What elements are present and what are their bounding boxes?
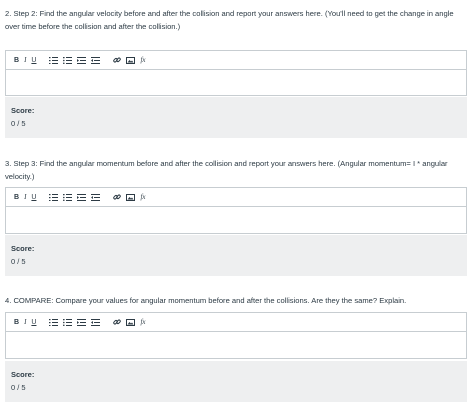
image-icon[interactable]: [126, 54, 136, 66]
answer-textarea[interactable]: [6, 70, 466, 96]
unordered-list-icon[interactable]: [63, 316, 73, 328]
answer-editor: B I U fx: [5, 187, 467, 234]
link-icon[interactable]: [113, 54, 122, 66]
underline-button[interactable]: U: [31, 54, 36, 66]
link-icon[interactable]: [113, 191, 122, 203]
ordered-list-icon[interactable]: [49, 54, 59, 66]
formula-icon[interactable]: fx: [140, 316, 145, 328]
score-box: Score: 0 / 5: [5, 97, 467, 138]
image-icon[interactable]: [126, 316, 136, 328]
score-value: 0 / 5: [11, 383, 26, 392]
italic-button[interactable]: I: [24, 54, 26, 66]
bold-button[interactable]: B: [14, 54, 19, 66]
score-value: 0 / 5: [11, 119, 26, 128]
formula-icon[interactable]: fx: [140, 191, 145, 203]
editor-toolbar: B I U fx: [6, 313, 466, 332]
underline-button[interactable]: U: [31, 191, 36, 203]
outdent-icon[interactable]: [91, 316, 101, 328]
score-value: 0 / 5: [11, 257, 26, 266]
score-label: Score:: [11, 370, 35, 379]
outdent-icon[interactable]: [91, 54, 101, 66]
score-box: Score: 0 / 5: [5, 361, 467, 402]
editor-toolbar: B I U fx: [6, 188, 466, 207]
link-icon[interactable]: [113, 316, 122, 328]
indent-icon[interactable]: [77, 191, 87, 203]
question-text: 2. Step 2: Find the angular velocity bef…: [5, 9, 454, 31]
unordered-list-icon[interactable]: [63, 54, 73, 66]
outdent-icon[interactable]: [91, 191, 101, 203]
answer-editor: B I U fx: [5, 312, 467, 359]
formula-icon[interactable]: fx: [140, 54, 145, 66]
ordered-list-icon[interactable]: [49, 316, 59, 328]
indent-icon[interactable]: [77, 54, 87, 66]
score-label: Score:: [11, 244, 35, 253]
question-text: 4. COMPARE: Compare your values for angu…: [5, 296, 407, 305]
answer-textarea[interactable]: [6, 207, 466, 234]
bold-button[interactable]: B: [14, 316, 19, 328]
unordered-list-icon[interactable]: [63, 191, 73, 203]
editor-toolbar: B I U fx: [6, 51, 466, 70]
ordered-list-icon[interactable]: [49, 191, 59, 203]
indent-icon[interactable]: [77, 316, 87, 328]
italic-button[interactable]: I: [24, 191, 26, 203]
score-label: Score:: [11, 106, 35, 115]
answer-textarea[interactable]: [6, 332, 466, 359]
score-box: Score: 0 / 5: [5, 235, 467, 276]
image-icon[interactable]: [126, 191, 136, 203]
italic-button[interactable]: I: [24, 316, 26, 328]
underline-button[interactable]: U: [31, 316, 36, 328]
answer-editor: B I U fx: [5, 50, 467, 96]
question-text: 3. Step 3: Find the angular momentum bef…: [5, 159, 448, 181]
bold-button[interactable]: B: [14, 191, 19, 203]
